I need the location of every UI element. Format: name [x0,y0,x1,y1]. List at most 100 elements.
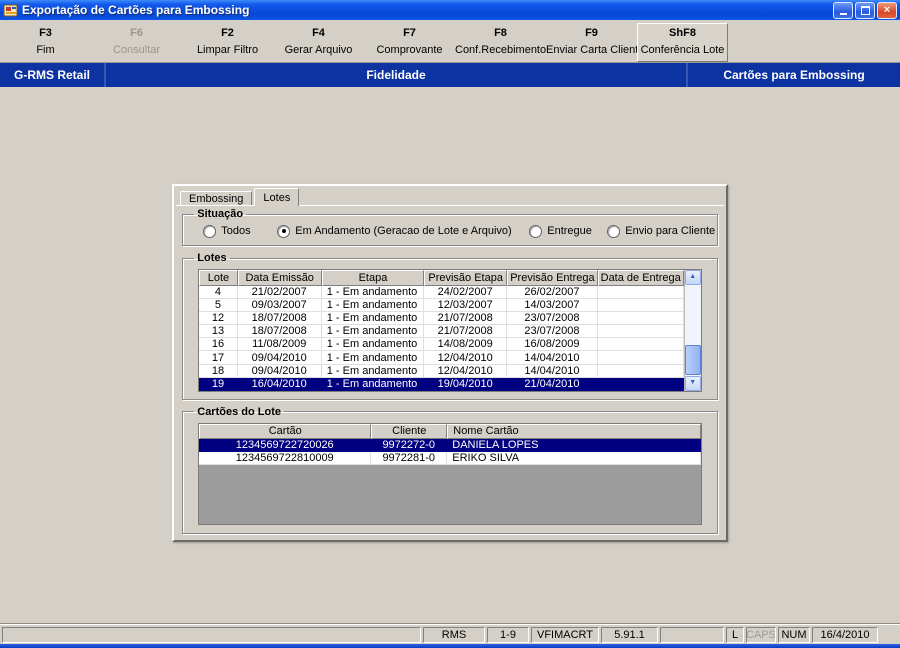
radio-button-icon [277,224,291,238]
tab-lotes[interactable]: Lotes [254,188,300,206]
toolbar-button-f7[interactable]: F7 Comprovante [364,23,455,62]
table-cell: 21/02/2007 [237,285,322,299]
table-cell [597,377,684,391]
table-cell: 9972281-0 [371,451,448,465]
toolbar-button-label: Limpar Filtro [196,44,259,56]
radio-option-0[interactable]: Todos [203,224,277,238]
radio-button-icon [607,224,621,238]
table-cell: 09/04/2010 [237,364,322,378]
radio-option-label: Envio para Cliente [625,225,716,238]
column-header[interactable]: Previsão Entrega [507,269,598,286]
status-panel-empty [2,626,421,643]
table-cell: 1 - Em andamento [321,377,425,391]
status-panel-caps: CAPS [746,626,776,643]
close-icon: × [883,3,891,16]
table-cell [597,298,684,313]
radio-option-label: Em Andamento (Geracao de Lote e Arquivo) [295,225,512,238]
table-cell: 14/04/2010 [507,364,598,378]
table-row[interactable]: 13 18/07/2008 1 - Em andamento 21/07/2008 23… [199,325,684,339]
lotes-table: Lote Data Emissão Etapa Previsão Etapa Previ… [199,269,684,391]
table-cell [597,312,684,326]
restore-icon [860,5,870,15]
restore-button[interactable] [855,1,875,19]
radio-option-2[interactable]: Entregue [529,224,607,238]
toolbar-button-label: Enviar Carta Cliente [546,44,645,56]
column-header[interactable]: Data de Entrega [597,269,684,286]
app-window: Exportação de Cartões para Embossing × F… [0,0,900,648]
table-cell: 9972272-0 [371,438,448,452]
toolbar-button-key: F4 [312,27,325,39]
table-row[interactable]: 19 16/04/2010 1 - Em andamento 19/04/2010 21… [199,377,684,391]
toolbar-button-label: Comprovante [376,44,443,56]
status-panel-5-91-1: 5.91.1 [601,626,658,643]
lotes-scrollbar[interactable]: ▲ ▼ [683,269,701,391]
toolbar-button-f8[interactable]: F8 Conf.Recebimento [455,23,546,62]
table-cell: 11/08/2009 [237,338,322,352]
tab-embossing[interactable]: Embossing [180,191,253,206]
toolbar-button-f2[interactable]: F2 Limpar Filtro [182,23,273,62]
scroll-down-icon[interactable]: ▼ [684,375,701,391]
radio-option-label: Entregue [547,225,592,238]
situacao-legend: Situação [197,208,244,220]
table-cell [597,325,684,339]
column-header[interactable]: Etapa [321,269,425,286]
toolbar-button-f3[interactable]: F3 Fim [0,23,91,62]
toolbar-button-key: F7 [403,27,416,39]
column-header[interactable]: Lote [199,269,238,286]
radio-option-3[interactable]: Envio para Cliente [607,224,716,238]
toolbar-button-label: Fim [36,44,55,56]
toolbar-button-key: ShF8 [669,27,696,39]
status-panel-1-9: 1-9 [487,626,529,643]
toolbar-button-f9[interactable]: F9 Enviar Carta Cliente [546,23,645,62]
scrollbar-thumb[interactable] [684,344,701,375]
table-row[interactable]: 5 09/03/2007 1 - Em andamento 12/03/2007 14/… [199,298,684,313]
toolbar-button-key: F9 [585,27,598,39]
table-cell: 17 [199,351,238,365]
column-header[interactable]: Cliente [371,423,448,439]
situacao-options: Todos Em Andamento (Geracao de Lote e Arq… [191,224,715,242]
table-row[interactable]: 18 09/04/2010 1 - Em andamento 12/04/2010 14… [199,364,684,378]
table-cell: 1 - Em andamento [321,312,425,326]
minimize-button[interactable] [833,1,853,19]
table-cell [597,285,684,299]
radio-option-1[interactable]: Em Andamento (Geracao de Lote e Arquivo) [277,224,529,238]
toolbar-button-label: Consultar [112,44,161,56]
toolbar-button-f4[interactable]: F4 Gerar Arquivo [273,23,364,62]
lotes-group: Lotes Lote Data Emissão Etapa Previsão Etap… [182,252,718,400]
column-header[interactable]: Data Emissão [237,269,322,286]
table-cell: 26/02/2007 [507,285,598,299]
column-header[interactable]: Nome Cartão [447,423,701,439]
table-cell: 1 - Em andamento [321,325,425,339]
table-cell: 1234569722810009 [199,451,372,465]
cartoes-legend: Cartões do Lote [197,405,281,418]
table-cell: 16/08/2009 [507,338,598,352]
table-row[interactable]: 1234569722720026 9972272-0 DANIELA LOPES [199,438,701,452]
scrollbar-track[interactable] [684,285,701,376]
table-row[interactable]: 12 18/07/2008 1 - Em andamento 21/07/2008 23… [199,312,684,326]
toolbar-button-shf8[interactable]: ShF8 Conferência Lote [637,23,728,62]
table-cell: 19 [199,377,238,391]
lotes-grid: Lote Data Emissão Etapa Previsão Etapa Previ… [198,268,702,392]
lotes-legend: Lotes [197,252,227,264]
table-row[interactable]: 1234569722810009 9972281-0 ERIKO SILVA [199,451,701,465]
column-header[interactable]: Previsão Etapa [424,269,508,286]
table-cell: 23/07/2008 [507,312,598,326]
minimize-icon [839,12,847,15]
function-toolbar: F3 Fim F6 Consultar F2 Limpar Filtro F4 Gerar A… [0,20,900,63]
toolbar-button-key: F3 [39,27,52,39]
table-cell: 21/04/2010 [507,377,598,391]
table-row[interactable]: 17 09/04/2010 1 - Em andamento 12/04/2010 14… [199,351,684,365]
nav-screen-name: Cartões para Embossing [686,63,900,87]
status-panel-num: NUM [778,626,810,643]
table-cell: 14/03/2007 [507,298,598,313]
table-cell: 5 [199,298,238,313]
table-cell: 12/03/2007 [424,298,508,313]
table-cell [597,351,684,365]
table-row[interactable]: 16 11/08/2009 1 - Em andamento 14/08/2009 16… [199,338,684,352]
nav-module-name: Fidelidade [366,68,426,82]
scroll-up-icon[interactable]: ▲ [684,269,701,285]
column-header[interactable]: Cartão [199,423,372,439]
table-cell: 1 - Em andamento [321,285,425,299]
close-button[interactable]: × [877,1,897,19]
table-row[interactable]: 4 21/02/2007 1 - Em andamento 24/02/2007 26/… [199,285,684,299]
